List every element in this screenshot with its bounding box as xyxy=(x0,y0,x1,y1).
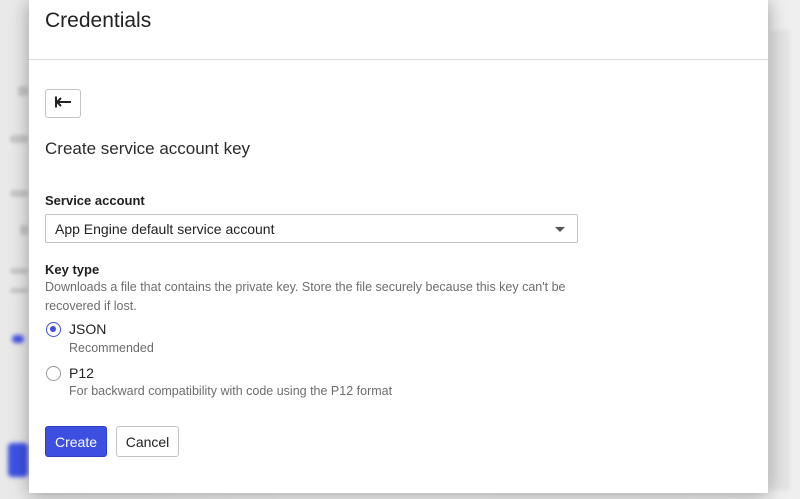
dialog-header: Credentials xyxy=(29,0,768,60)
option-json-hint: Recommended xyxy=(69,341,154,355)
service-account-select[interactable]: App Engine default service account xyxy=(45,214,578,243)
credentials-dialog: Credentials Create service account key S… xyxy=(29,0,768,493)
backdrop-blur xyxy=(10,268,28,274)
backdrop-blur xyxy=(770,30,790,490)
backdrop-blur xyxy=(20,225,28,235)
radio-json[interactable] xyxy=(46,322,61,337)
arrow-back-icon xyxy=(54,96,72,111)
backdrop-blur xyxy=(10,190,28,197)
service-account-label: Service account xyxy=(45,193,145,208)
dialog-subtitle: Create service account key xyxy=(45,139,251,158)
dialog-title: Credentials xyxy=(45,9,152,32)
key-type-description: Downloads a file that contains the priva… xyxy=(45,280,566,313)
backdrop-blur xyxy=(12,335,24,343)
cancel-button[interactable]: Cancel xyxy=(116,426,179,457)
create-button[interactable]: Create xyxy=(45,426,107,457)
service-account-value: App Engine default service account xyxy=(55,221,275,237)
radio-p12[interactable] xyxy=(46,366,61,381)
backdrop-blur xyxy=(8,443,28,477)
chevron-down-icon xyxy=(555,227,565,232)
backdrop-blur xyxy=(18,86,28,96)
option-p12-hint: For backward compatibility with code usi… xyxy=(69,384,393,398)
option-json-label[interactable]: JSON xyxy=(69,321,106,337)
key-type-label: Key type xyxy=(45,262,100,277)
option-p12-label[interactable]: P12 xyxy=(69,365,94,381)
backdrop-blur xyxy=(10,288,28,293)
back-button[interactable] xyxy=(45,89,81,118)
backdrop-blur xyxy=(10,135,28,143)
